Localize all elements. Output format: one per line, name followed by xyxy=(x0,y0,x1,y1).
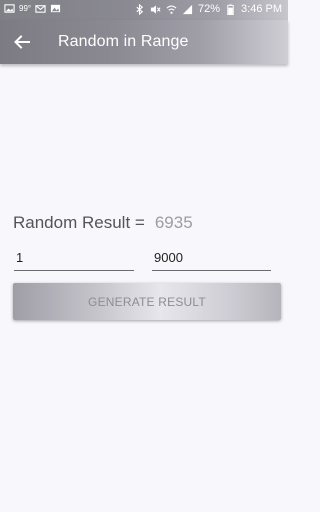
email-icon xyxy=(35,5,46,13)
result-label: Random Result = xyxy=(13,213,145,232)
gallery-icon xyxy=(4,4,15,13)
mute-icon xyxy=(150,4,161,14)
generate-result-button[interactable]: GENERATE RESULT xyxy=(13,283,281,320)
battery-percentage: 72% xyxy=(198,3,221,15)
weather-temperature: 99° xyxy=(19,4,32,13)
min-input[interactable] xyxy=(14,248,138,267)
back-arrow-icon[interactable] xyxy=(10,30,34,54)
page-title: Random in Range xyxy=(58,33,189,50)
signal-icon xyxy=(182,4,193,14)
status-time: 3:46 PM xyxy=(241,3,282,15)
status-left-group: 99° xyxy=(4,3,61,14)
max-field xyxy=(152,248,275,271)
bluetooth-icon xyxy=(136,3,144,15)
min-field xyxy=(14,248,138,271)
wifi-icon xyxy=(166,5,177,14)
status-right-group: 72% 3:46 PM xyxy=(134,3,282,15)
image-notification-icon xyxy=(51,4,61,13)
battery-icon xyxy=(227,3,234,15)
status-bar: 99° 72% 3:46 PM xyxy=(0,0,288,20)
result-value: 6935 xyxy=(154,213,193,232)
max-input[interactable] xyxy=(152,248,275,267)
app-bar: Random in Range xyxy=(0,20,288,64)
result-row: Random Result = 6935 xyxy=(13,213,193,233)
